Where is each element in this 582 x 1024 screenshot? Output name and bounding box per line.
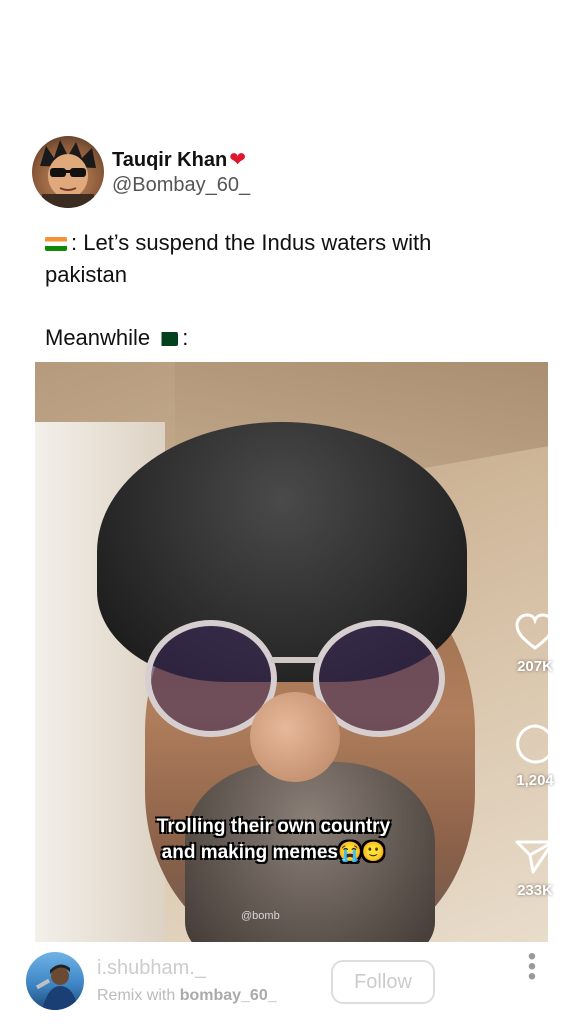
remix-prefix: Remix with	[97, 987, 180, 1004]
tweet-line-3-prefix: Meanwhile	[45, 325, 151, 350]
video-caption-line-1: Trolling their own country	[156, 816, 391, 837]
more-options-icon[interactable]: • • •	[526, 945, 538, 989]
tweet-text-line-1: : Let’s suspend the Indus waters with	[45, 227, 431, 259]
comment-count: 1,204	[516, 772, 554, 789]
author-names: Tauqir Khan ❤ @Bombay_60_	[112, 147, 250, 197]
pakistan-flag-icon	[156, 332, 179, 347]
tweet-text-line-2: pakistan	[45, 262, 127, 287]
follow-button[interactable]: Follow	[331, 960, 435, 1004]
video-watermark: @bomb	[241, 910, 280, 922]
tweet-line-1-text: : Let’s suspend the Indus waters with	[71, 230, 432, 255]
like-count: 207K	[517, 658, 553, 675]
send-icon[interactable]	[513, 836, 557, 876]
embedded-video[interactable]: Trolling their own country and making me…	[35, 362, 548, 942]
like-action[interactable]: 207K	[505, 612, 565, 675]
reel-user-avatar[interactable]	[26, 952, 84, 1010]
person-nose	[250, 692, 340, 782]
tweet-header: Tauqir Khan ❤ @Bombay_60_	[32, 136, 250, 208]
heart-icon: ❤	[229, 149, 246, 171]
tweet-line-3-suffix: :	[182, 325, 189, 350]
share-action[interactable]: 233K	[505, 836, 565, 899]
reel-remix-text[interactable]: Remix with bombay_60_	[97, 987, 277, 1005]
reel-footer: i.shubham._ Remix with bombay_60_ Follow…	[0, 942, 582, 1024]
reel-username[interactable]: i.shubham._	[97, 957, 206, 980]
remix-user[interactable]: bombay_60_	[180, 987, 277, 1004]
heart-outline-icon[interactable]	[513, 612, 557, 652]
tweet-text-line-3: Meanwhile :	[45, 322, 188, 354]
comment-icon[interactable]	[513, 722, 557, 766]
author-display-name[interactable]: Tauqir Khan	[112, 149, 227, 171]
share-count: 233K	[517, 882, 553, 899]
author-avatar[interactable]	[32, 136, 104, 208]
author-handle[interactable]: @Bombay_60_	[112, 174, 250, 197]
india-flag-icon	[45, 237, 67, 252]
video-caption-line-2: and making memes😭🙂	[161, 842, 386, 863]
comment-action[interactable]: 1,204	[505, 722, 565, 789]
glasses-bridge	[271, 657, 319, 663]
